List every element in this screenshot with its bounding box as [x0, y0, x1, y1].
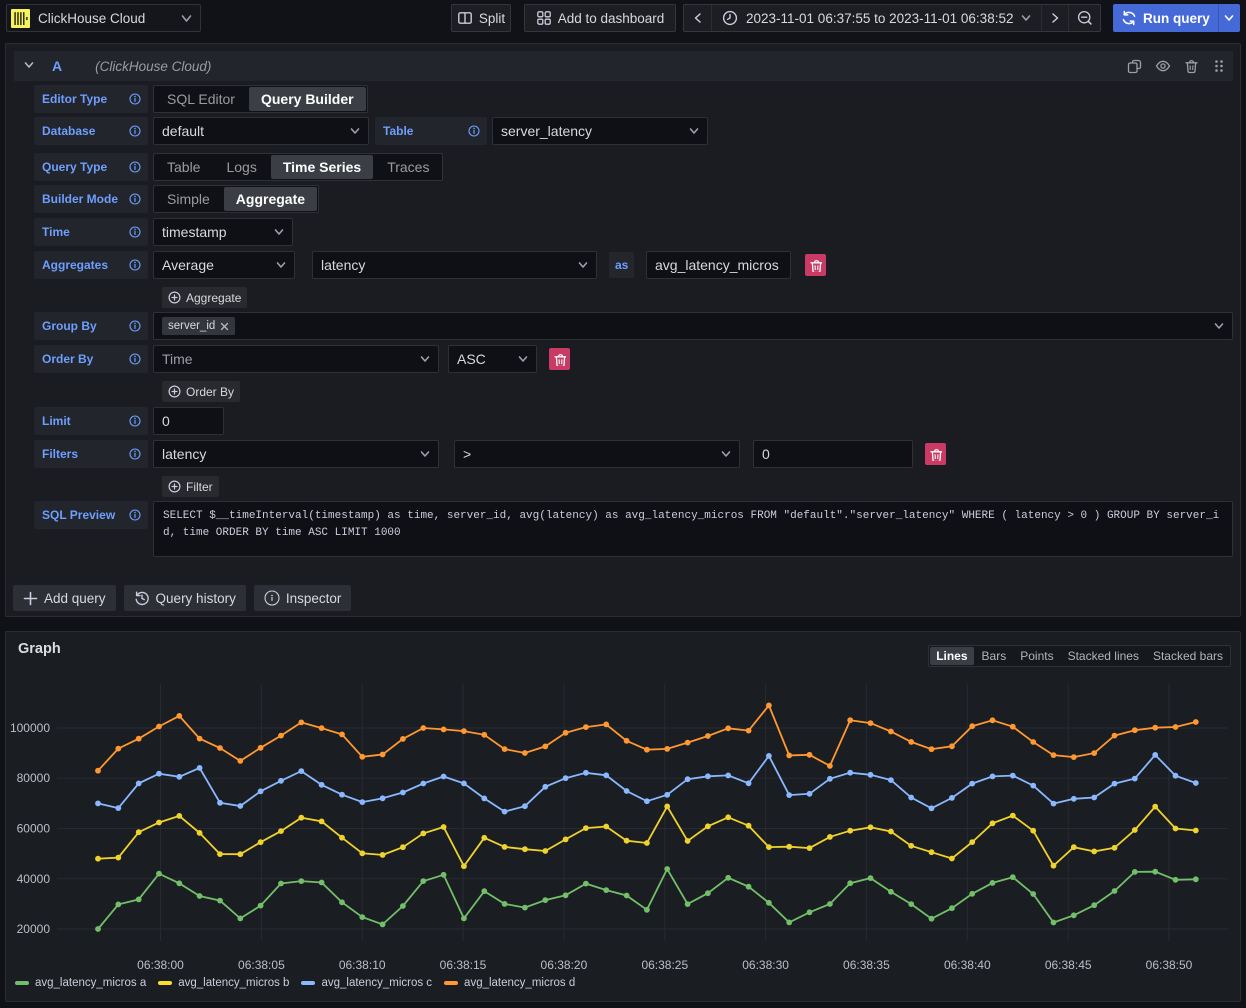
svg-text:06:38:20: 06:38:20 [541, 958, 588, 972]
svg-text:06:38:05: 06:38:05 [238, 958, 285, 972]
svg-text:06:38:40: 06:38:40 [944, 958, 991, 972]
svg-text:06:38:15: 06:38:15 [440, 958, 487, 972]
svg-text:60000: 60000 [17, 822, 51, 836]
svg-text:06:38:25: 06:38:25 [641, 958, 688, 972]
svg-text:06:38:45: 06:38:45 [1045, 958, 1092, 972]
svg-text:06:38:00: 06:38:00 [137, 958, 184, 972]
svg-text:06:38:35: 06:38:35 [843, 958, 890, 972]
svg-text:20000: 20000 [17, 922, 51, 936]
svg-text:40000: 40000 [17, 872, 51, 886]
svg-text:06:38:30: 06:38:30 [742, 958, 789, 972]
svg-text:80000: 80000 [17, 771, 51, 785]
svg-text:06:38:50: 06:38:50 [1146, 958, 1193, 972]
svg-text:06:38:10: 06:38:10 [339, 958, 386, 972]
svg-text:100000: 100000 [10, 721, 50, 735]
